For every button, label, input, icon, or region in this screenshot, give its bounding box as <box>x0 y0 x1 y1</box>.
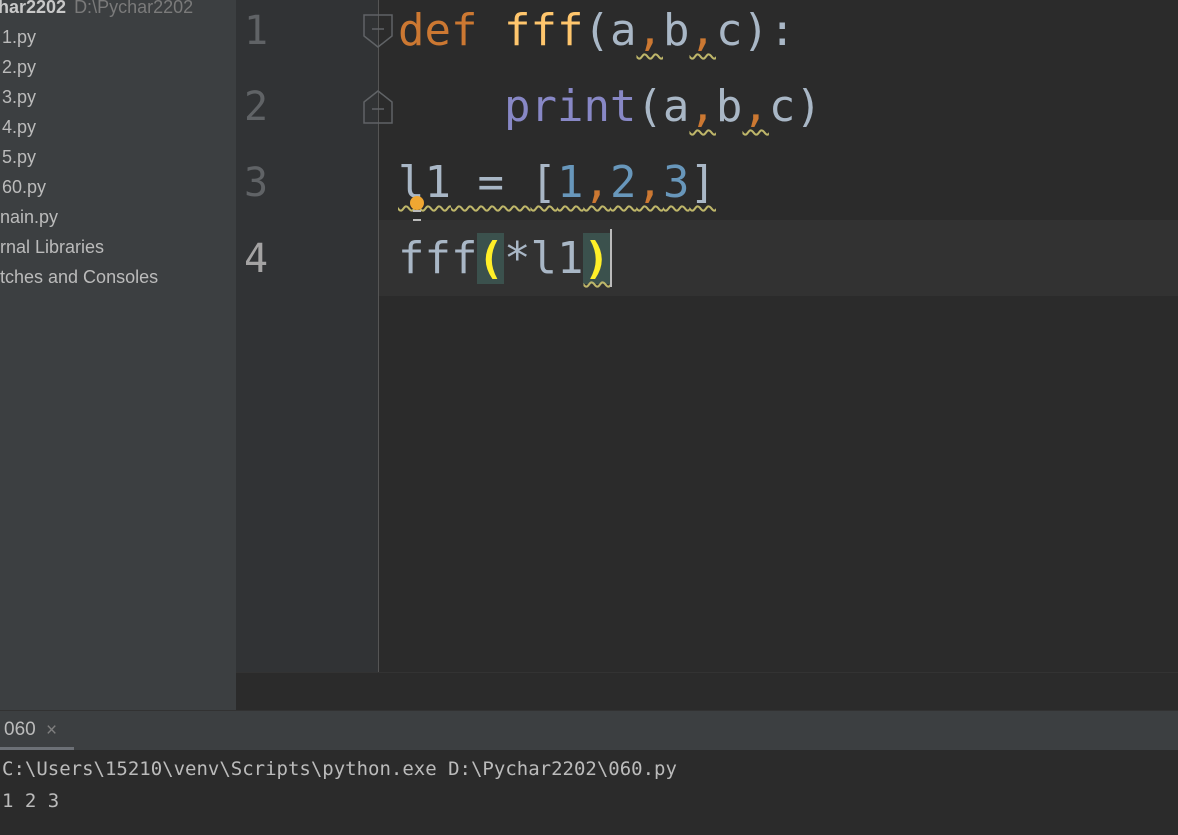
file-item[interactable]: 4.py <box>2 112 36 142</box>
project-root-item[interactable]: har2202 D:\Pychar2202 <box>0 0 193 22</box>
file-item[interactable]: 3.py <box>2 82 36 112</box>
code-line-1: def fff(a,b,c): <box>398 0 795 76</box>
comma: , <box>689 5 716 56</box>
line-number: 3 <box>244 160 269 206</box>
keyword-def: def <box>398 5 478 56</box>
paren: ) <box>795 81 822 132</box>
fold-collapse-icon[interactable] <box>363 14 393 48</box>
line-number: 4 <box>244 236 269 282</box>
number: 2 <box>609 157 637 208</box>
assign-op: = <box>450 157 531 208</box>
function-name: fff <box>503 5 584 56</box>
function-call: fff <box>398 233 478 284</box>
run-tool-window-tabs: 060 × <box>0 710 1178 751</box>
run-tab[interactable]: 060 × <box>0 711 74 751</box>
paren-colon: ): <box>742 5 796 56</box>
matched-paren: ( <box>477 233 504 284</box>
file-item[interactable]: 5.py <box>2 142 36 172</box>
comma: , <box>636 5 663 56</box>
project-tool-window: har2202 D:\Pychar2202 1.py 2.py 3.py 4.py… <box>0 0 236 710</box>
lightbulb-base-icon <box>413 210 421 221</box>
paren: ( <box>583 5 610 56</box>
param: c <box>715 5 743 56</box>
paren: ( <box>636 81 663 132</box>
external-libraries-item[interactable]: rnal Libraries <box>0 232 104 262</box>
param: b <box>662 5 690 56</box>
arg: a <box>662 81 690 132</box>
file-item[interactable]: nain.py <box>0 202 58 232</box>
scratches-and-consoles-item[interactable]: tches and Consoles <box>0 262 158 292</box>
comma: , <box>689 81 716 132</box>
number: 1 <box>556 157 584 208</box>
bracket: [ <box>530 157 557 208</box>
close-icon[interactable]: × <box>46 720 57 742</box>
console-output-line: 1 2 3 <box>2 790 60 812</box>
file-item[interactable]: 2.py <box>2 52 36 82</box>
comma: , <box>742 81 769 132</box>
editor-bottom-area <box>236 672 1178 710</box>
argument: l1 <box>530 233 584 284</box>
fold-end-icon[interactable] <box>363 90 393 124</box>
arg: b <box>715 81 743 132</box>
code-line-4: fff(*l1) <box>398 228 612 304</box>
file-item[interactable]: 60.py <box>2 172 46 202</box>
project-root-name: har2202 <box>0 0 67 17</box>
bracket: ] <box>689 157 716 208</box>
warning-span: l1 = [1,2,3] <box>398 157 716 208</box>
project-root-path: D:\Pychar2202 <box>74 0 194 17</box>
comma: , <box>583 157 610 208</box>
run-tab-label: 060 <box>4 719 36 740</box>
number: 3 <box>662 157 690 208</box>
matched-paren: ) <box>583 233 610 284</box>
comma: , <box>636 157 663 208</box>
file-item[interactable]: 1.py <box>2 22 36 52</box>
console-command-line: C:\Users\15210\venv\Scripts\python.exe D… <box>2 758 677 780</box>
code-line-3: l1 = [1,2,3] <box>398 152 716 228</box>
text-caret <box>609 229 612 287</box>
lightbulb-icon[interactable] <box>410 196 424 210</box>
variable: l1 <box>398 157 451 208</box>
run-console[interactable]: C:\Users\15210\venv\Scripts\python.exe D… <box>0 750 1178 835</box>
param: a <box>609 5 637 56</box>
line-number: 1 <box>244 8 269 54</box>
code-line-2: print(a,b,c) <box>398 76 822 152</box>
code-editor[interactable]: 1 2 3 4 def fff(a,b,c): print(a,b,c) l1 … <box>236 0 1178 710</box>
unpack-operator: * <box>503 233 531 284</box>
line-number: 2 <box>244 84 269 130</box>
builtin-print: print <box>503 81 637 132</box>
arg: c <box>768 81 796 132</box>
